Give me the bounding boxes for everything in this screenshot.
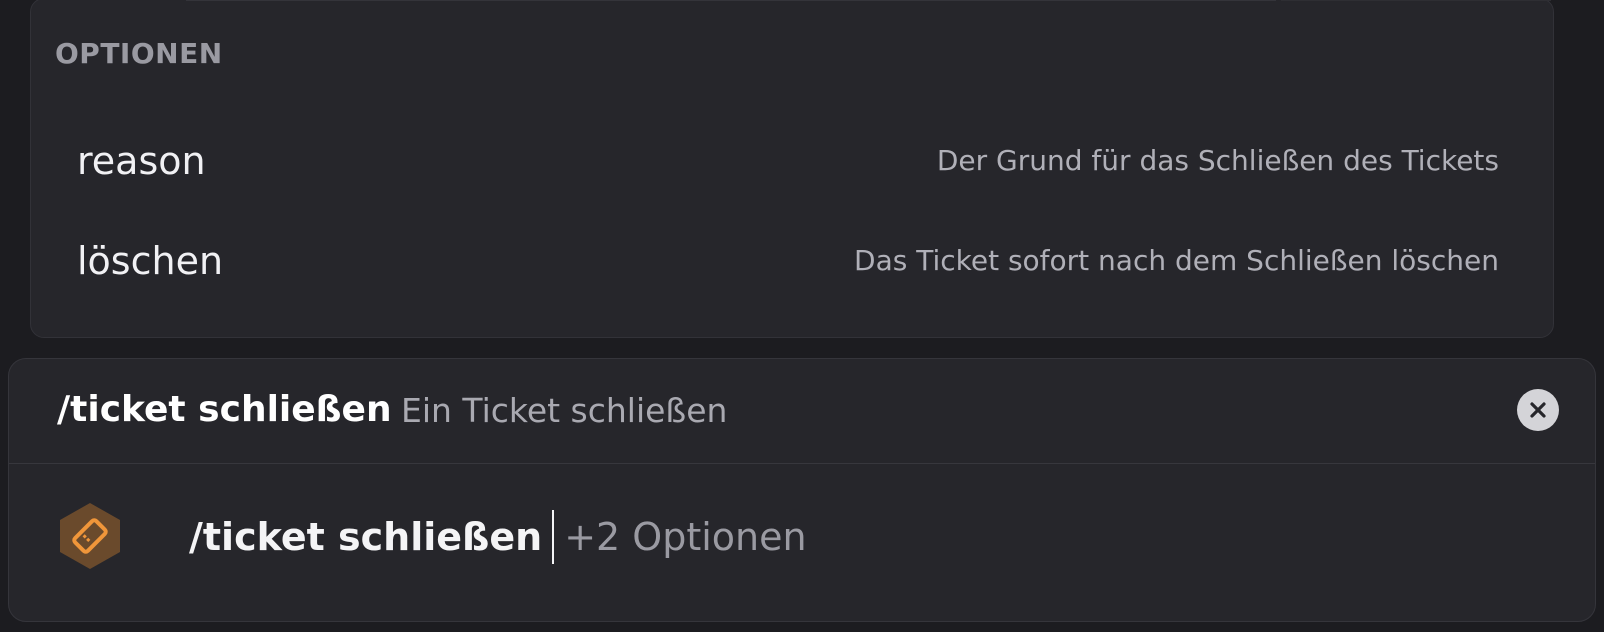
option-description: Das Ticket sofort nach dem Schließen lös…: [854, 244, 1499, 277]
options-panel: OPTIONEN reason Der Grund für das Schlie…: [30, 0, 1554, 338]
command-title: /ticket schließen: [57, 389, 392, 430]
option-description: Der Grund für das Schließen des Tickets: [936, 144, 1499, 177]
option-item-loeschen[interactable]: löschen Das Ticket sofort nach dem Schli…: [43, 217, 1533, 309]
options-header: OPTIONEN: [55, 37, 223, 70]
command-input[interactable]: /ticket schließen +2 Optionen: [189, 507, 807, 567]
ticket-app-icon: [57, 501, 123, 571]
option-item-reason[interactable]: reason Der Grund für das Schließen des T…: [43, 117, 1533, 209]
option-name: reason: [77, 139, 206, 183]
command-header: /ticket schließen Ein Ticket schließen: [9, 359, 1595, 464]
command-bar: /ticket schließen Ein Ticket schließen /…: [8, 358, 1596, 622]
close-icon: [1530, 402, 1546, 418]
ticket-icon: [60, 503, 120, 569]
top-divider: [186, 0, 1276, 1]
command-input-value: /ticket schließen: [189, 515, 543, 559]
command-subtitle: Ein Ticket schließen: [401, 391, 728, 430]
top-divider: [1281, 0, 1551, 1]
close-button[interactable]: [1517, 389, 1559, 431]
options-hint: +2 Optionen: [564, 515, 807, 559]
option-name: löschen: [77, 239, 224, 283]
text-caret: [552, 510, 555, 564]
